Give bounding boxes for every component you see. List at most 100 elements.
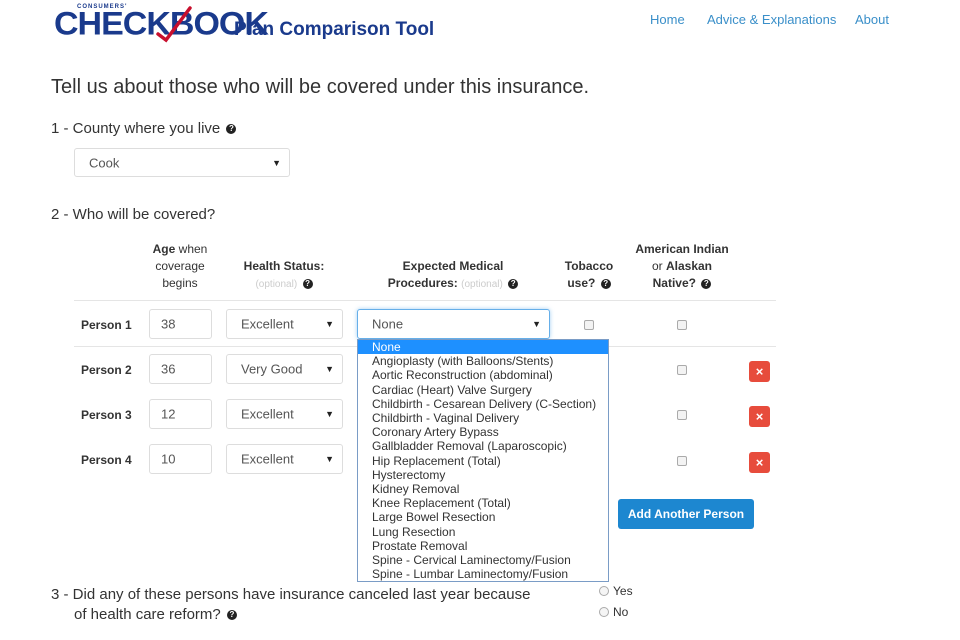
person-4-health-select[interactable]: Excellent ▼ <box>226 444 343 474</box>
header-procedures-text1: Expected Medical <box>402 259 504 273</box>
person-4-delete-button[interactable]: × <box>749 452 770 473</box>
question-1-label: 1 - County where you live ? <box>51 120 237 137</box>
dropdown-option[interactable]: Large Bowel Resection <box>358 510 608 524</box>
help-icon[interactable]: ? <box>600 278 611 289</box>
person-3-age-input[interactable]: 12 <box>149 399 212 429</box>
close-icon: × <box>755 409 764 424</box>
person-1-health-select[interactable]: Excellent ▼ <box>226 309 343 339</box>
radio-no[interactable] <box>599 607 609 617</box>
header-procedures-optional: (optional) <box>461 279 503 290</box>
person-1-tobacco-checkbox[interactable] <box>584 320 594 330</box>
caret-down-icon: ▼ <box>325 319 334 329</box>
question-1-text: 1 - County where you live <box>51 120 221 137</box>
dropdown-option[interactable]: Gallbladder Removal (Laparoscopic) <box>358 439 608 453</box>
person-4-health-value: Excellent <box>241 451 294 467</box>
person-1-age-input[interactable]: 38 <box>149 309 212 339</box>
dropdown-option[interactable]: Hysterectomy <box>358 468 608 482</box>
nav-advice-explanations[interactable]: Advice & Explanations <box>707 12 836 27</box>
header-tobacco-text2: use? <box>567 276 596 290</box>
person-4-age-input[interactable]: 10 <box>149 444 212 474</box>
person-2-delete-button[interactable]: × <box>749 361 770 382</box>
help-icon[interactable]: ? <box>508 278 519 289</box>
person-3-native-checkbox[interactable] <box>677 410 687 420</box>
person-4-label: Person 4 <box>81 453 132 467</box>
person-2-health-select[interactable]: Very Good ▼ <box>226 354 343 384</box>
question-3-text-line1: 3 - Did any of these persons have insura… <box>51 586 531 603</box>
header-procedures: Expected Medical Procedures: (optional) … <box>355 258 551 293</box>
county-select[interactable]: Cook ▼ <box>74 148 290 177</box>
dropdown-option[interactable]: Spine - Lumbar Laminectomy/Fusion <box>358 567 608 581</box>
dropdown-option[interactable]: Childbirth - Vaginal Delivery <box>358 411 608 425</box>
help-icon[interactable]: ? <box>302 278 313 289</box>
person-1-label: Person 1 <box>81 318 132 332</box>
table-header-divider <box>74 300 776 301</box>
page-heading: Tell us about those who will be covered … <box>51 76 590 98</box>
radio-yes-label: Yes <box>613 584 633 598</box>
dropdown-option[interactable]: None <box>358 340 608 354</box>
caret-down-icon: ▼ <box>325 364 334 374</box>
dropdown-option[interactable]: Coronary Artery Bypass <box>358 425 608 439</box>
header-age-text3: begins <box>162 276 198 290</box>
header-ai-text4: Native? <box>652 276 696 290</box>
header-age-bold: Age <box>152 242 176 256</box>
caret-down-icon: ▼ <box>325 409 334 419</box>
person-3-health-select[interactable]: Excellent ▼ <box>226 399 343 429</box>
radio-no-label: No <box>613 605 629 619</box>
person-4-native-checkbox[interactable] <box>677 456 687 466</box>
person-1-age-value: 38 <box>161 316 176 332</box>
header-tobacco: Tobacco use? ? <box>556 258 622 292</box>
dropdown-option[interactable]: Kidney Removal <box>358 482 608 496</box>
person-3-label: Person 3 <box>81 408 132 422</box>
app-title: Plan Comparison Tool <box>234 19 435 40</box>
dropdown-option[interactable]: Lung Resection <box>358 525 608 539</box>
person-2-native-checkbox[interactable] <box>677 365 687 375</box>
caret-down-icon: ▼ <box>532 319 541 329</box>
person-1-health-value: Excellent <box>241 316 294 332</box>
header-ai-text2: or <box>651 259 663 273</box>
person-1-procedures-value: None <box>372 316 404 332</box>
question-3-label: 3 - Did any of these persons have insura… <box>51 585 530 625</box>
person-4-age-value: 10 <box>161 451 176 467</box>
header-tobacco-text1: Tobacco <box>564 259 614 273</box>
logo-small-text: CONSUMERS' <box>75 4 130 10</box>
dropdown-option[interactable]: Childbirth - Cesarean Delivery (C-Sectio… <box>358 397 608 411</box>
person-3-health-value: Excellent <box>241 406 294 422</box>
person-3-delete-button[interactable]: × <box>749 406 770 427</box>
header-age-text2: coverage <box>155 259 205 273</box>
header-american-indian: American Indian or Alaskan Native? ? <box>626 241 738 292</box>
procedures-dropdown-list: None Angioplasty (with Balloons/Stents) Ao… <box>357 339 609 582</box>
dropdown-option[interactable]: Cardiac (Heart) Valve Surgery <box>358 383 608 397</box>
dropdown-option[interactable]: Aortic Reconstruction (abdominal) <box>358 368 608 382</box>
question-3-text-line2: of health care reform? <box>74 606 221 623</box>
question-2-label: 2 - Who will be covered? <box>51 206 216 223</box>
header-procedures-text2: Procedures: <box>387 276 458 290</box>
header-health-optional: (optional) <box>255 279 298 290</box>
close-icon: × <box>755 455 764 470</box>
header-health-status: Health Status: (optional) ? <box>225 258 343 293</box>
dropdown-option[interactable]: Knee Replacement (Total) <box>358 496 608 510</box>
dropdown-option[interactable]: Spine - Cervical Laminectomy/Fusion <box>358 553 608 567</box>
header-age: Age when coverage begins <box>140 241 220 292</box>
caret-down-icon: ▼ <box>325 454 334 464</box>
header-ai-text1: American Indian <box>635 242 729 256</box>
nav-home[interactable]: Home <box>650 12 685 27</box>
header-health-text: Health Status: <box>243 259 325 273</box>
dropdown-option[interactable]: Hip Replacement (Total) <box>358 454 608 468</box>
county-select-value: Cook <box>89 155 120 170</box>
dropdown-option[interactable]: Prostate Removal <box>358 539 608 553</box>
person-2-age-value: 36 <box>161 361 176 377</box>
add-another-person-button[interactable]: Add Another Person <box>618 499 754 529</box>
help-icon[interactable]: ? <box>226 610 237 621</box>
person-1-native-checkbox[interactable] <box>677 320 687 330</box>
caret-down-icon: ▼ <box>272 157 281 168</box>
person-1-procedures-select[interactable]: None ▼ <box>357 309 550 339</box>
radio-yes[interactable] <box>599 586 609 596</box>
nav-about[interactable]: About <box>855 12 889 27</box>
close-icon: × <box>755 364 764 379</box>
header-age-text1: when <box>178 242 208 256</box>
help-icon[interactable]: ? <box>701 278 712 289</box>
dropdown-option[interactable]: Angioplasty (with Balloons/Stents) <box>358 354 608 368</box>
logo-checkmark-icon <box>156 6 192 43</box>
person-2-age-input[interactable]: 36 <box>149 354 212 384</box>
help-icon[interactable]: ? <box>226 124 237 135</box>
